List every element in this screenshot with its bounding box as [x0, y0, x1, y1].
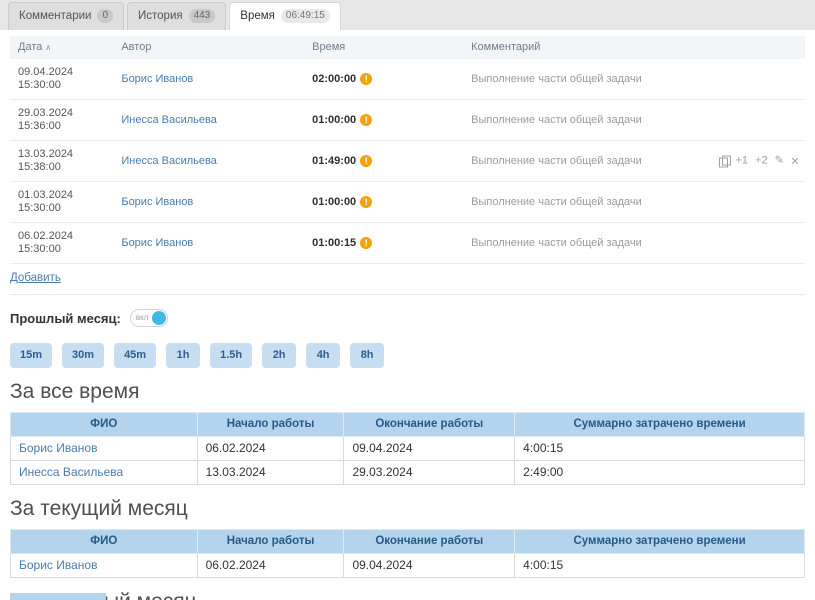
column-header-date[interactable]: Дата∧	[10, 36, 113, 59]
plus-one-button[interactable]: +1	[736, 156, 749, 167]
page: Комментарии 0 История 443 Время 06:49:15…	[0, 0, 815, 600]
log-author-link[interactable]: Борис Иванов	[121, 196, 193, 208]
tab-comments[interactable]: Комментарии 0	[8, 2, 124, 30]
table-row[interactable]: 01.03.2024 15:30:00 Борис Иванов 01:00:0…	[10, 182, 805, 223]
warning-icon: !	[360, 155, 372, 167]
log-comment: Выполнение части общей задачи	[471, 237, 642, 249]
time-panel: Дата∧ Автор Время Комментарий 09.04.2024…	[0, 30, 815, 600]
end-date: 09.04.2024	[344, 554, 515, 578]
time-log-table: Дата∧ Автор Время Комментарий 09.04.2024…	[10, 36, 805, 264]
close-icon[interactable]: ×	[791, 156, 799, 167]
person-link[interactable]: Борис Иванов	[19, 441, 97, 455]
start-date: 13.03.2024	[197, 461, 344, 485]
log-time: 01:00:00	[312, 114, 356, 126]
column-header: Окончание работы	[344, 530, 515, 554]
summary-table-current-month: ФИО Начало работы Окончание работы Сумма…	[10, 529, 805, 578]
log-comment: Выполнение части общей задачи	[471, 196, 642, 208]
log-date: 29.03.2024 15:36:00	[10, 100, 113, 141]
person-link[interactable]: Инесса Васильева	[19, 465, 123, 479]
log-date: 09.04.2024 15:30:00	[10, 59, 113, 100]
section-title-all-time: За все время	[10, 380, 805, 404]
table-row: Инесса Васильева 13.03.2024 29.03.2024 2…	[11, 461, 805, 485]
last-month-toggle[interactable]: вкл	[130, 309, 168, 327]
column-header: Суммарно затрачено времени	[515, 530, 805, 554]
add-time-button[interactable]: Добавить	[10, 271, 61, 285]
log-author-link[interactable]: Инесса Васильева	[121, 114, 216, 126]
copy-icon[interactable]	[719, 156, 729, 167]
tab-label: Время	[240, 10, 275, 22]
column-header-time[interactable]: Время	[304, 36, 463, 59]
table-row: Борис Иванов 06.02.2024 09.04.2024 4:00:…	[11, 437, 805, 461]
column-header: ФИО	[11, 530, 198, 554]
table-row[interactable]: 09.04.2024 15:30:00 Борис Иванов 02:00:0…	[10, 59, 805, 100]
log-author-link[interactable]: Инесса Васильева	[121, 155, 216, 167]
log-date: 01.03.2024 15:30:00	[10, 182, 113, 223]
toggle-state-label: вкл	[136, 314, 149, 322]
warning-icon: !	[360, 114, 372, 126]
table-row[interactable]: 06.02.2024 15:30:00 Борис Иванов 01:00:1…	[10, 223, 805, 264]
table-row[interactable]: 29.03.2024 15:36:00 Инесса Васильева 01:…	[10, 100, 805, 141]
log-date: 06.02.2024 15:30:00	[10, 223, 113, 264]
log-comment: Выполнение части общей задачи	[471, 73, 642, 85]
quick-time-8h[interactable]: 8h	[350, 343, 384, 368]
log-time: 01:00:15	[312, 237, 356, 249]
quick-time-1-5h[interactable]: 1.5h	[210, 343, 252, 368]
section-title-previous-month: За прошлый месяц	[10, 590, 805, 600]
person-link[interactable]: Борис Иванов	[19, 558, 97, 572]
last-month-toggle-row: Прошлый месяц: вкл	[10, 294, 805, 332]
quick-time-2h[interactable]: 2h	[262, 343, 296, 368]
warning-icon: !	[360, 73, 372, 85]
edit-icon[interactable]: ✎	[775, 156, 784, 167]
column-header: ФИО	[11, 413, 198, 437]
tab-history[interactable]: История 443	[127, 2, 226, 30]
summary-table-all-time: ФИО Начало работы Окончание работы Сумма…	[10, 412, 805, 485]
row-actions: +1 +2 ✎ ×	[719, 156, 800, 167]
tab-label: История	[138, 10, 183, 22]
column-header: Начало работы	[197, 530, 344, 554]
tab-badge: 0	[97, 9, 113, 23]
log-author-link[interactable]: Борис Иванов	[121, 73, 193, 85]
end-date: 29.03.2024	[344, 461, 515, 485]
total-time: 4:00:15	[515, 554, 805, 578]
quick-time-1h[interactable]: 1h	[166, 343, 200, 368]
log-time: 02:00:00	[312, 73, 356, 85]
end-date: 09.04.2024	[344, 437, 515, 461]
total-time: 2:49:00	[515, 461, 805, 485]
tab-label: Комментарии	[19, 10, 91, 22]
section-title-current-month: За текущий месяц	[10, 497, 805, 521]
tabbar: Комментарии 0 История 443 Время 06:49:15	[0, 0, 815, 30]
log-comment: Выполнение части общей задачи	[471, 155, 642, 167]
toggle-knob	[152, 311, 166, 325]
quick-time-15m[interactable]: 15m	[10, 343, 52, 368]
toggle-label: Прошлый месяц:	[10, 311, 121, 326]
table-row: Борис Иванов 06.02.2024 09.04.2024 4:00:…	[11, 554, 805, 578]
column-header: Суммарно затрачено времени	[515, 413, 805, 437]
partial-table-header	[10, 593, 106, 600]
tab-badge: 06:49:15	[281, 9, 330, 23]
log-comment: Выполнение части общей задачи	[471, 114, 642, 126]
total-time: 4:00:15	[515, 437, 805, 461]
start-date: 06.02.2024	[197, 437, 344, 461]
column-header: Окончание работы	[344, 413, 515, 437]
tab-time[interactable]: Время 06:49:15	[229, 2, 341, 30]
column-header-comment[interactable]: Комментарий	[463, 36, 805, 59]
log-time: 01:49:00	[312, 155, 356, 167]
quick-time-buttons: 15m 30m 45m 1h 1.5h 2h 4h 8h	[10, 343, 805, 368]
table-row[interactable]: 13.03.2024 15:38:00 Инесса Васильева 01:…	[10, 141, 805, 182]
quick-time-45m[interactable]: 45m	[114, 343, 156, 368]
quick-time-4h[interactable]: 4h	[306, 343, 340, 368]
sort-asc-icon: ∧	[45, 43, 51, 52]
column-header: Начало работы	[197, 413, 344, 437]
start-date: 06.02.2024	[197, 554, 344, 578]
warning-icon: !	[360, 237, 372, 249]
warning-icon: !	[360, 196, 372, 208]
column-header-author[interactable]: Автор	[113, 36, 304, 59]
quick-time-30m[interactable]: 30m	[62, 343, 104, 368]
log-time: 01:00:00	[312, 196, 356, 208]
tab-badge: 443	[189, 9, 216, 23]
plus-two-button[interactable]: +2	[755, 156, 768, 167]
log-author-link[interactable]: Борис Иванов	[121, 237, 193, 249]
log-date: 13.03.2024 15:38:00	[10, 141, 113, 182]
